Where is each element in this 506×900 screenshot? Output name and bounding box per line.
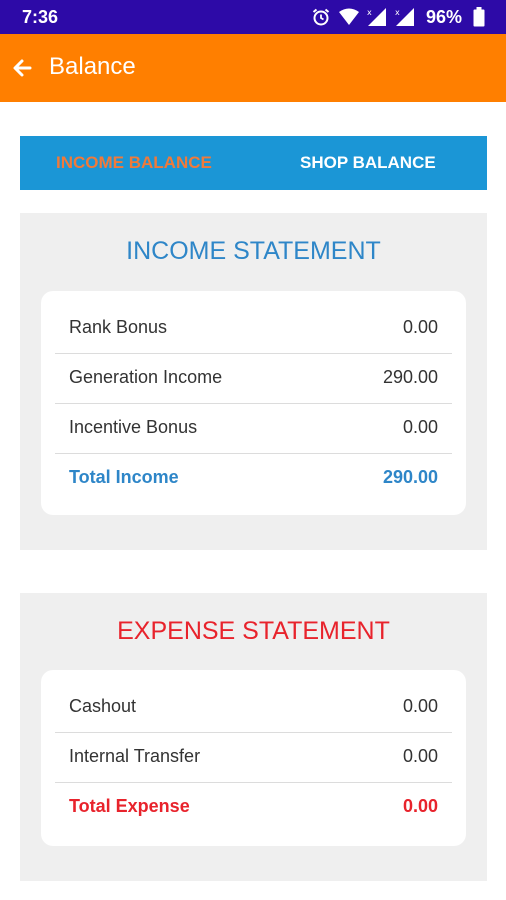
list-item: Incentive Bonus 0.00: [55, 403, 452, 454]
row-value: 0.00: [402, 746, 438, 766]
status-bar: 7:36 x x 96%: [0, 0, 506, 34]
income-statement-section: INCOME STATEMENT Rank Bonus 0.00 Generat…: [20, 213, 487, 550]
row-label: Cashout: [69, 696, 137, 716]
total-income-label: Total Income: [69, 467, 179, 487]
total-expense-row: Total Expense 0.00: [55, 782, 452, 832]
wifi-icon: [338, 6, 360, 28]
list-item: Internal Transfer 0.00: [55, 732, 452, 783]
list-item: Rank Bonus 0.00: [55, 303, 452, 354]
row-value: 0.00: [402, 317, 438, 337]
status-icons: x x 96%: [310, 6, 490, 28]
expense-statement-card: Cashout 0.00 Internal Transfer 0.00 Tota…: [41, 670, 466, 846]
battery-icon: [468, 6, 490, 28]
row-value: 290.00: [382, 367, 438, 387]
list-item: Cashout 0.00: [55, 682, 452, 733]
alarm-icon: [310, 6, 332, 28]
tab-income-balance[interactable]: INCOME BALANCE: [56, 136, 212, 190]
total-expense-value: 0.00: [402, 796, 438, 816]
signal-icon: x: [394, 6, 416, 28]
back-button[interactable]: [6, 52, 38, 84]
tab-shop-balance[interactable]: SHOP BALANCE: [300, 136, 436, 190]
balance-tabs: INCOME BALANCE SHOP BALANCE: [20, 136, 487, 190]
income-statement-card: Rank Bonus 0.00 Generation Income 290.00…: [41, 291, 466, 515]
row-label: Internal Transfer: [69, 746, 201, 766]
row-label: Generation Income: [69, 367, 223, 387]
row-label: Incentive Bonus: [69, 417, 198, 437]
income-statement-title: INCOME STATEMENT: [126, 237, 381, 265]
list-item: Generation Income 290.00: [55, 353, 452, 404]
row-label: Rank Bonus: [69, 317, 168, 337]
battery-percent: 96%: [425, 6, 462, 27]
svg-text:x: x: [395, 8, 400, 17]
total-income-value: 290.00: [382, 467, 438, 487]
total-expense-label: Total Expense: [69, 796, 190, 816]
arrow-back-icon: [13, 59, 32, 77]
page-title: Balance: [49, 53, 136, 80]
row-value: 0.00: [402, 696, 438, 716]
total-income-row: Total Income 290.00: [55, 453, 452, 503]
row-value: 0.00: [402, 417, 438, 437]
expense-statement-title: EXPENSE STATEMENT: [117, 617, 390, 645]
status-time: 7:36: [22, 7, 59, 27]
expense-statement-section: EXPENSE STATEMENT Cashout 0.00 Internal …: [20, 593, 487, 881]
signal-icon: x: [366, 6, 388, 28]
svg-text:x: x: [367, 8, 372, 17]
app-bar: Balance: [0, 34, 506, 102]
